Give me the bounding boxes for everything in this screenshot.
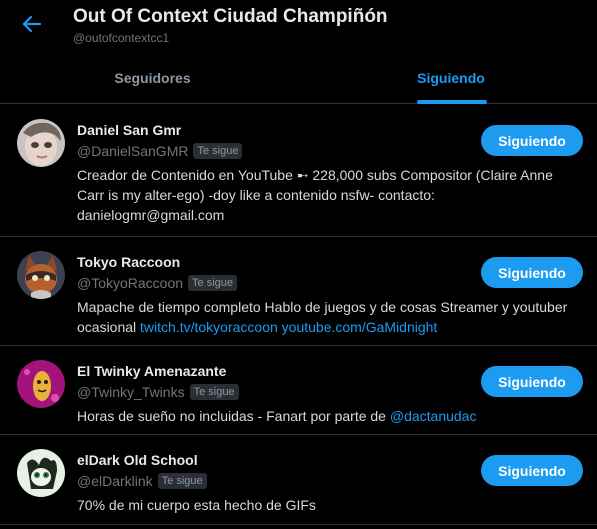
avatar <box>17 449 65 497</box>
user-handle[interactable]: @elDarklink <box>77 473 153 489</box>
user-bio: 70% de mi cuerpo esta hecho de GIFs <box>77 495 572 515</box>
avatar <box>17 251 65 299</box>
page-title: Out Of Context Ciudad Champiñón <box>73 6 388 27</box>
bio-link-youtube[interactable]: youtube.com/GaMidnight <box>282 319 438 335</box>
user-name[interactable]: El Twinky Amenazante <box>77 363 226 379</box>
list-item[interactable]: Daniel San Gmr @DanielSanGMR Te sigue Cr… <box>0 105 597 237</box>
tab-followers[interactable]: Seguidores <box>0 52 305 104</box>
user-handle[interactable]: @DanielSanGMR <box>77 143 188 159</box>
list-item[interactable]: El Twinky Amenazante @Twinky_Twinks Te s… <box>0 346 597 435</box>
bio-text: Creador de Contenido en YouTube ➸ 228,00… <box>77 167 553 223</box>
arrow-left-icon <box>22 15 42 33</box>
following-button[interactable]: Siguiendo <box>481 366 583 397</box>
back-button[interactable] <box>14 8 50 40</box>
active-tab-indicator <box>417 100 487 104</box>
follows-you-badge: Te sigue <box>189 384 239 400</box>
following-button[interactable]: Siguiendo <box>481 455 583 486</box>
user-name[interactable]: elDark Old School <box>77 452 198 468</box>
list-item[interactable]: Tokyo Raccoon @TokyoRaccoon Te sigue Map… <box>0 237 597 346</box>
avatar <box>17 119 65 167</box>
list-item[interactable]: elDark Old School @elDarklink Te sigue 7… <box>0 435 597 525</box>
user-name[interactable]: Tokyo Raccoon <box>77 254 180 270</box>
user-meta: @elDarklink Te sigue <box>77 473 207 489</box>
user-bio: Creador de Contenido en YouTube ➸ 228,00… <box>77 165 572 225</box>
avatar <box>17 360 65 408</box>
bio-text: 70% de mi cuerpo esta hecho de GIFs <box>77 497 316 513</box>
profile-header: Out Of Context Ciudad Champiñón @outofco… <box>0 0 597 104</box>
user-meta: @TokyoRaccoon Te sigue <box>77 275 238 291</box>
page-handle: @outofcontextcc1 <box>73 31 170 45</box>
bio-mention[interactable]: @dactanudac <box>390 408 477 424</box>
bio-text: Horas de sueño no incluidas - Fanart por… <box>77 408 390 424</box>
follows-you-badge: Te sigue <box>193 143 243 159</box>
user-bio: Horas de sueño no incluidas - Fanart por… <box>77 406 572 426</box>
following-button[interactable]: Siguiendo <box>481 125 583 156</box>
user-name[interactable]: Daniel San Gmr <box>77 122 181 138</box>
tab-following[interactable]: Siguiendo <box>305 52 597 104</box>
user-meta: @Twinky_Twinks Te sigue <box>77 384 239 400</box>
follows-you-badge: Te sigue <box>157 473 207 489</box>
user-handle[interactable]: @TokyoRaccoon <box>77 275 183 291</box>
following-list: Daniel San Gmr @DanielSanGMR Te sigue Cr… <box>0 105 597 525</box>
user-handle[interactable]: @Twinky_Twinks <box>77 384 185 400</box>
following-button[interactable]: Siguiendo <box>481 257 583 288</box>
follows-you-badge: Te sigue <box>188 275 238 291</box>
user-bio: Mapache de tiempo completo Hablo de jueg… <box>77 297 572 337</box>
user-meta: @DanielSanGMR Te sigue <box>77 143 243 159</box>
bio-link-twitch[interactable]: twitch.tv/tokyoraccoon <box>140 319 278 335</box>
